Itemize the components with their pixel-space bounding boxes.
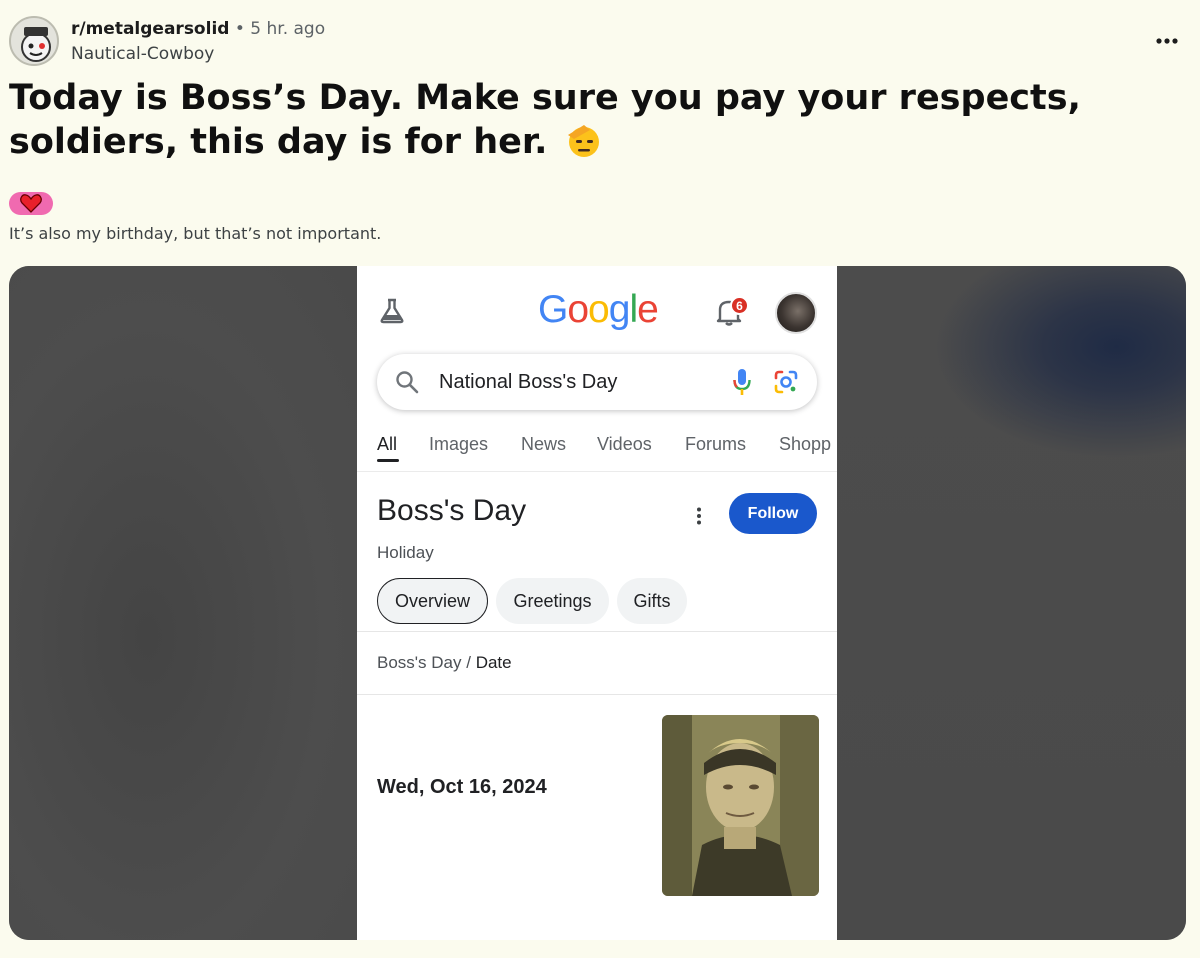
tab-all[interactable]: All (377, 434, 397, 455)
follow-button[interactable]: Follow (729, 493, 817, 534)
breadcrumb-current: Date (475, 653, 512, 672)
heart-icon (20, 194, 42, 213)
knowledge-panel-title: Boss's Day (377, 494, 527, 527)
tab-images[interactable]: Images (429, 434, 488, 455)
active-tab-indicator (377, 459, 399, 462)
the-boss-portrait-image[interactable] (662, 715, 819, 896)
tab-shopping[interactable]: Shopp (779, 434, 831, 455)
google-lens-icon[interactable] (773, 369, 799, 395)
google-logo: Google (538, 288, 659, 331)
chip-greetings[interactable]: Greetings (496, 578, 609, 624)
notification-count-badge: 6 (730, 296, 749, 315)
meta-separator: • (234, 19, 245, 39)
knowledge-panel-subtitle: Holiday (377, 543, 434, 562)
voice-search-mic-icon[interactable] (733, 368, 751, 396)
breadcrumb: Boss's Day / Date (377, 653, 512, 673)
post-title-text: Today is Boss’s Day. Make sure you pay y… (9, 78, 1081, 162)
chip-gifts[interactable]: Gifts (617, 578, 687, 624)
google-search-screenshot: Google 6 National Boss's Day All Images … (357, 266, 837, 940)
search-query: National Boss's Day (439, 371, 618, 393)
breadcrumb-separator: / (466, 653, 471, 672)
boss-day-date: Wed, Oct 16, 2024 (377, 776, 547, 798)
tab-news[interactable]: News (521, 434, 566, 455)
tab-forums[interactable]: Forums (685, 434, 746, 455)
search-box[interactable]: National Boss's Day (377, 354, 817, 410)
search-tabs: All Images News Videos Forums Shopp (357, 426, 837, 472)
post-time: 5 hr. ago (250, 19, 326, 39)
account-avatar[interactable] (775, 292, 817, 334)
blurred-backdrop-left (9, 266, 357, 940)
search-icon (396, 371, 419, 394)
blurred-backdrop-right (837, 266, 1186, 940)
snoo-avatar-icon (21, 27, 51, 62)
tab-videos[interactable]: Videos (597, 434, 652, 455)
post-meta: r/metalgearsolid • 5 hr. ago (71, 19, 325, 39)
more-vertical-icon[interactable] (689, 506, 709, 526)
post-flair[interactable] (9, 192, 53, 215)
more-dots-icon (1156, 38, 1178, 44)
subreddit-avatar[interactable] (9, 16, 59, 66)
section-divider (357, 631, 837, 632)
labs-flask-icon[interactable] (378, 297, 406, 325)
breadcrumb-parent[interactable]: Boss's Day (377, 653, 462, 672)
section-divider (357, 694, 837, 695)
post-title[interactable]: Today is Boss’s Day. Make sure you pay y… (9, 76, 1169, 170)
saluting-face-emoji-icon (564, 121, 602, 170)
chip-overview[interactable]: Overview (377, 578, 488, 624)
subreddit-name[interactable]: r/metalgearsolid (71, 19, 229, 39)
post-image[interactable]: Google 6 National Boss's Day All Images … (9, 266, 1186, 940)
post-body: It’s also my birthday, but that’s not im… (9, 224, 382, 243)
author-name[interactable]: Nautical-Cowboy (71, 44, 214, 64)
more-options-button[interactable] (1152, 26, 1182, 56)
